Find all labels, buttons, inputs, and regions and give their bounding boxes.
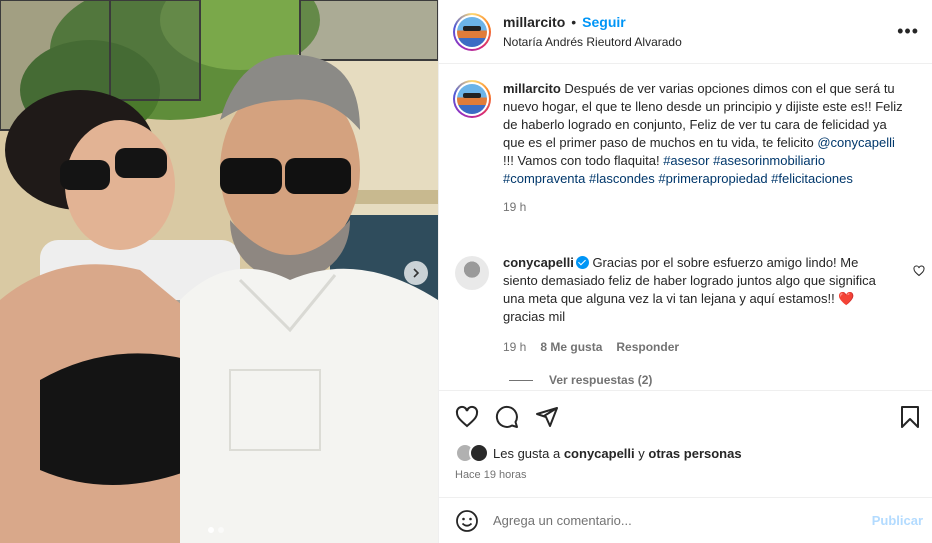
carousel-dots [208,527,224,533]
hashtag-link[interactable]: #felicitaciones [771,171,853,186]
heart-icon[interactable] [455,405,479,429]
post-details-panel: millarcito • Seguir Notaría Andrés Rieut… [438,0,932,543]
post-photo[interactable] [0,0,438,543]
action-bar [439,391,932,441]
hashtag-link[interactable]: #asesorinmobiliario [713,153,825,168]
comment-heart-icon[interactable] [913,265,925,277]
caption-text-end: !!! Vamos con todo flaquita! [503,153,664,168]
carousel-dot-active [208,527,214,533]
likes-text: Les gusta a conycapelli y otras personas [493,445,742,461]
share-icon[interactable] [535,405,559,429]
comment-input[interactable] [493,513,853,528]
caption-avatar[interactable] [453,80,491,118]
comment-time[interactable]: 19 h [503,338,526,356]
caption: millarcito Después de ver varias opcione… [453,80,907,216]
instagram-post: millarcito • Seguir Notaría Andrés Rieut… [0,0,932,543]
comment-text: conycapelli Gracias por el sobre esfuerz… [503,254,883,356]
verified-icon [575,256,589,269]
view-replies-label: Ver respuestas (2) [549,373,653,387]
hashtag-link[interactable]: #compraventa [503,171,585,186]
comment-likes[interactable]: 8 Me gusta [540,338,602,356]
carousel-dot [218,527,224,533]
comment-icon[interactable] [495,405,519,429]
caption-time[interactable]: 19 h [503,198,526,216]
comment-composer: Publicar [439,497,932,543]
caption-text: millarcito Después de ver varias opcione… [503,80,907,216]
liker-avatar [469,443,489,463]
bookmark-icon[interactable] [899,405,921,429]
hashtag-link[interactable]: #lascondes [589,171,655,186]
reply-button[interactable]: Responder [616,338,679,356]
hashtag-link[interactable]: #asesor [663,153,709,168]
caption-username[interactable]: millarcito [503,81,561,96]
comment-item: conycapelli Gracias por el sobre esfuerz… [453,254,883,356]
other-likers[interactable]: otras personas [648,446,741,461]
hashtag-link[interactable]: #primerapropiedad [658,171,767,186]
commenter-avatar[interactable] [455,256,489,290]
commenter-username[interactable]: conycapelli [503,255,574,270]
emoji-icon[interactable] [455,509,479,533]
comment-body-end: gracias mil [503,309,566,324]
post-header: millarcito • Seguir Notaría Andrés Rieut… [439,0,932,64]
replies-divider [509,379,533,381]
heart-emoji: ❤️ [838,291,855,306]
separator-dot: • [571,14,577,30]
chevron-right-icon [413,268,420,278]
photo-illustration [0,0,438,543]
mention-link[interactable]: @conycapelli [817,135,895,150]
author-username[interactable]: millarcito [503,14,565,30]
follow-button[interactable]: Seguir [582,14,626,30]
post-timestamp[interactable]: Hace 19 horas [455,469,527,481]
likes-summary[interactable]: Les gusta a conycapelli y otras personas [455,443,742,463]
publish-button[interactable]: Publicar [872,513,923,528]
author-avatar[interactable] [453,12,491,51]
location-link[interactable]: Notaría Andrés Rieutord Alvarado [503,35,682,49]
view-replies-button[interactable]: Ver respuestas (2) [509,373,652,387]
comments-section[interactable]: millarcito Después de ver varias opcione… [439,64,932,391]
more-icon[interactable]: ••• [897,22,919,40]
liker-username[interactable]: conycapelli [564,446,635,461]
next-photo-button[interactable] [404,261,428,285]
